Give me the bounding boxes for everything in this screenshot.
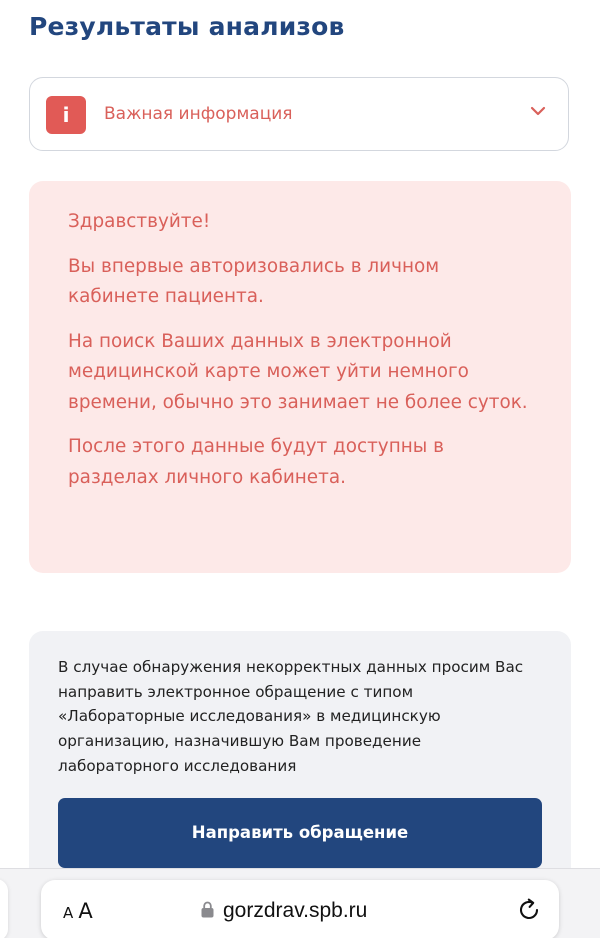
text-size-large-glyph: A	[78, 899, 93, 923]
alert-greeting: Здравствуйте!	[68, 211, 211, 232]
url-text: gorzdrav.spb.ru	[223, 899, 368, 922]
page-title: Результаты анализов	[29, 12, 345, 41]
browser-toolbar: A A gorzdrav.spb.ru	[0, 868, 600, 938]
info-icon: i	[46, 96, 86, 134]
lock-icon	[201, 901, 214, 918]
send-request-button[interactable]: Направить обращение	[58, 798, 542, 868]
address-bar[interactable]: A A gorzdrav.spb.ru	[41, 880, 559, 938]
url-field[interactable]: gorzdrav.spb.ru	[201, 880, 367, 938]
page: Результаты анализов i Важная информация …	[0, 0, 600, 938]
previous-tab-edge[interactable]	[0, 879, 8, 938]
notice-text: В случае обнаружения некорректных данных…	[58, 658, 524, 775]
alert-paragraph: На поиск Ваших данных в электронной меди…	[68, 330, 528, 413]
text-size-button[interactable]: A A	[63, 880, 93, 938]
alert-paragraph: После этого данные будут доступны в разд…	[68, 436, 444, 488]
text-size-small-glyph: A	[63, 904, 74, 922]
first-login-alert: Здравствуйте! Вы впервые авторизовались …	[29, 181, 571, 573]
important-info-label: Важная информация	[104, 104, 293, 124]
important-info-accordion[interactable]: i Важная информация	[29, 77, 569, 151]
chevron-down-icon[interactable]	[530, 104, 546, 118]
alert-paragraph: Вы впервые авторизовались в личном кабин…	[68, 255, 440, 308]
reload-icon[interactable]	[516, 897, 542, 923]
